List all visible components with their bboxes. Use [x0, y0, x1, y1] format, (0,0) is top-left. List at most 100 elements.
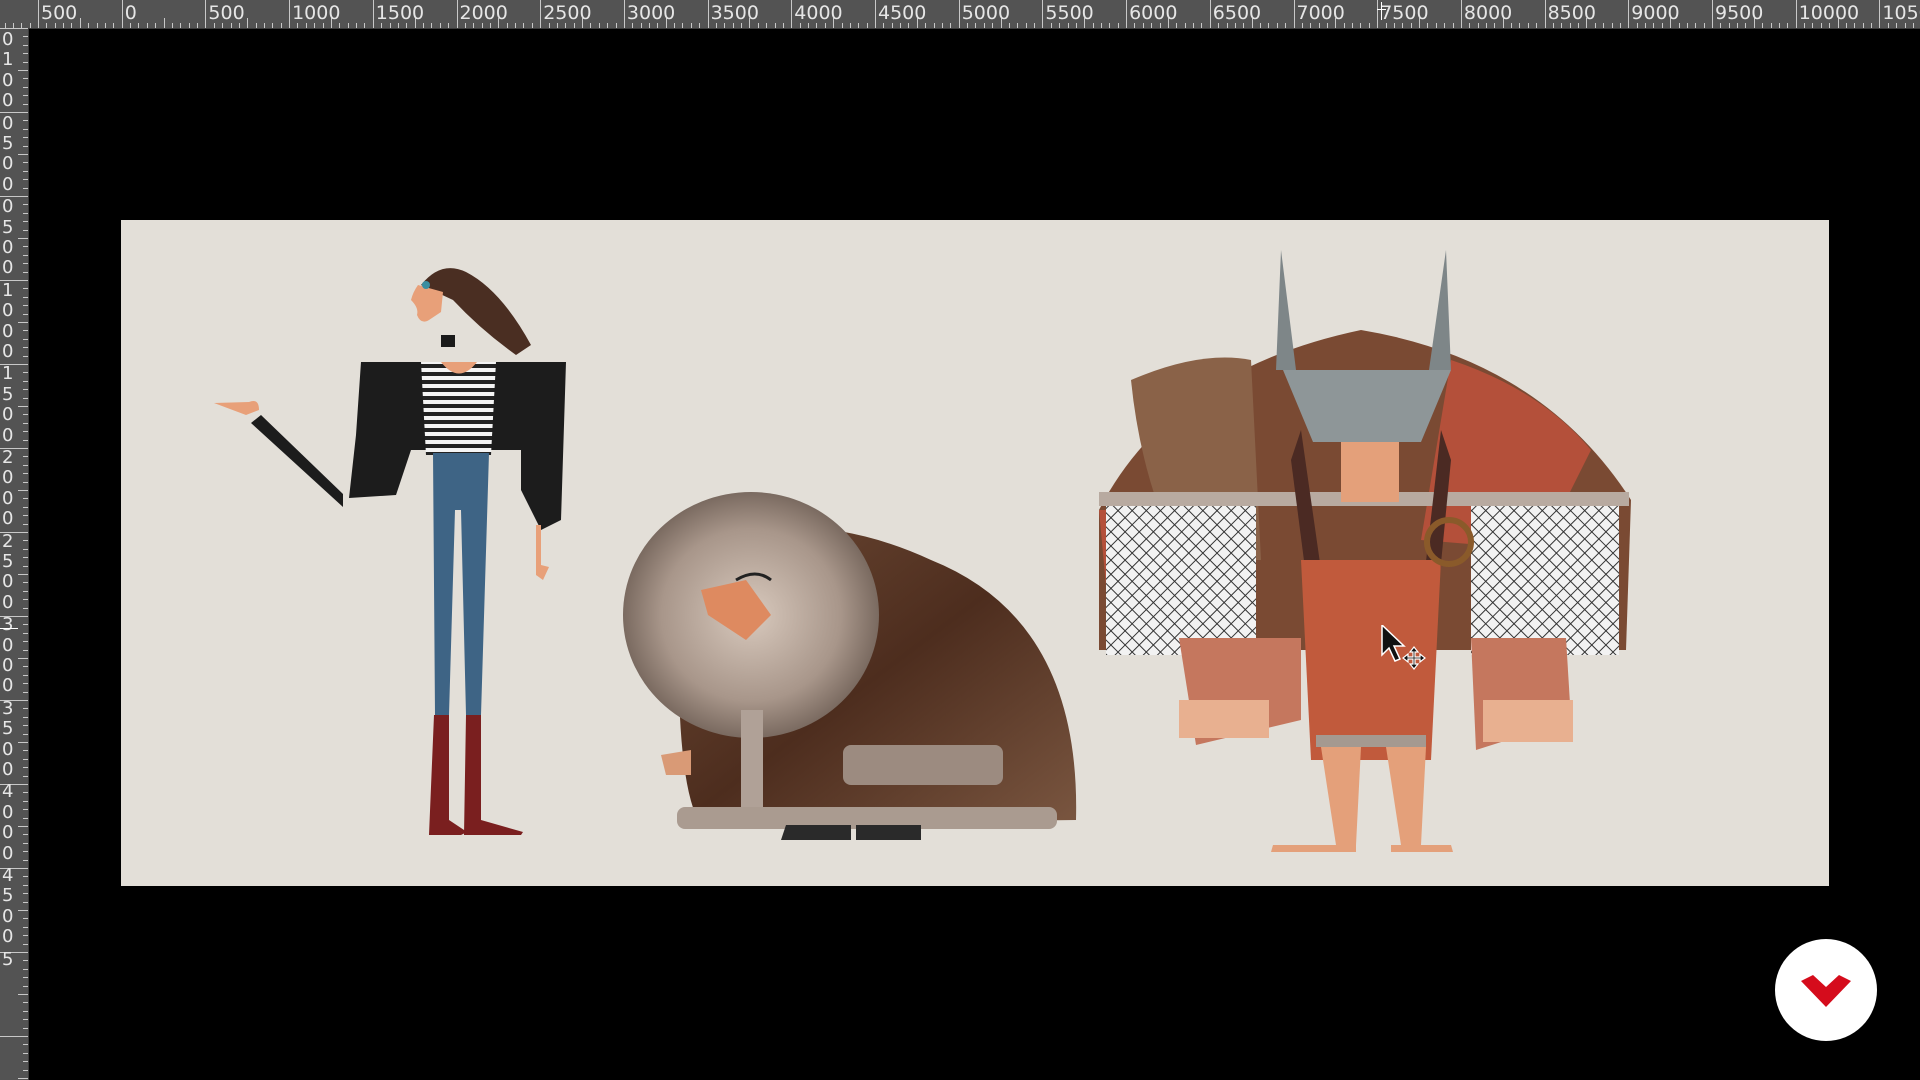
ruler-tick — [1184, 23, 1186, 28]
ruler-tick — [29, 23, 31, 28]
ruler-tick — [23, 792, 28, 794]
ruler-tick — [280, 23, 282, 28]
ruler-tick — [23, 431, 28, 433]
ruler-tick — [23, 876, 28, 878]
ruler-tick — [1695, 23, 1697, 28]
ruler-tick — [1787, 23, 1789, 28]
top-ruler[interactable]: 500 0 500 1000 1500 2000 2500 3000 3500 4000 4500 5… — [0, 0, 1920, 29]
ruler-tick — [607, 23, 609, 28]
ruler-tick — [1686, 23, 1688, 28]
ruler-tick — [23, 347, 28, 349]
ruler-tick — [23, 884, 28, 886]
ruler-tick — [1879, 0, 1881, 28]
ruler-tick — [23, 187, 28, 189]
ruler-left-label: 0 — [2, 196, 14, 218]
ruler-tick — [18, 154, 28, 155]
ruler-left-label: 0 — [2, 655, 14, 676]
ruler-left-label: 0 — [2, 822, 14, 844]
ruler-tick — [23, 78, 28, 80]
ruler-cursor-marker — [1381, 2, 1382, 20]
ruler-tick — [1377, 0, 1379, 28]
ruler-left-label: 1 — [2, 49, 14, 71]
ruler-left-label: 0 — [2, 801, 14, 823]
ruler-tick — [23, 968, 28, 970]
ruler-tick — [23, 540, 28, 542]
ruler-tick — [456, 0, 458, 28]
ruler-tick — [23, 473, 28, 475]
ruler-left-label: 0 — [2, 424, 14, 446]
ruler-tick — [540, 0, 542, 28]
ruler-tick — [96, 23, 98, 28]
ruler-tick — [23, 716, 28, 718]
ruler-tick — [23, 86, 28, 88]
ruler-tick — [23, 103, 28, 105]
ruler-tick — [774, 23, 776, 28]
ruler-tick — [113, 23, 115, 28]
ruler-tick — [23, 935, 28, 937]
ruler-top-label: 6500 — [1212, 2, 1262, 24]
ruler-tick — [23, 515, 28, 517]
ruler-top-label: 9000 — [1631, 2, 1680, 24]
ruler-tick — [1527, 23, 1529, 28]
ruler-tick — [263, 23, 265, 28]
ruler-left-label: 0 — [2, 112, 14, 134]
ruler-top-label: 6000 — [1129, 2, 1178, 24]
ruler-tick — [23, 95, 28, 97]
ruler-tick — [18, 70, 28, 71]
ruler-tick — [23, 582, 28, 584]
ruler-left-label: 0 — [2, 508, 14, 530]
ruler-tick — [23, 767, 28, 769]
ruler-tick — [1100, 23, 1102, 28]
ruler-tick — [88, 23, 90, 28]
ruler-tick — [23, 380, 28, 382]
ruler-tick — [23, 204, 28, 206]
ruler-tick — [146, 23, 148, 28]
ruler-top-label: 4500 — [878, 2, 927, 24]
ruler-tick — [23, 506, 28, 508]
ruler-tick — [18, 742, 28, 743]
ruler-tick — [364, 23, 366, 28]
ruler-tick — [23, 851, 28, 853]
ruler-tick — [23, 557, 28, 559]
ruler-tick — [23, 624, 28, 626]
ruler-tick — [23, 725, 28, 727]
ruler-tick — [1795, 0, 1797, 28]
ruler-tick — [272, 23, 274, 28]
ruler-top-label: 9500 — [1715, 2, 1764, 24]
brand-logo-icon — [1801, 975, 1851, 1007]
ruler-tick — [347, 23, 349, 28]
ruler-tick — [23, 1052, 28, 1054]
ruler-tick — [707, 0, 709, 28]
ruler-top-label: 5500 — [1045, 2, 1094, 24]
ruler-tick — [23, 179, 28, 181]
ruler-tick — [23, 53, 28, 55]
ruler-tick — [23, 254, 28, 256]
ruler-top-label: 1500 — [375, 2, 425, 24]
ruler-tick — [1193, 23, 1195, 28]
ruler-tick — [1368, 23, 1370, 28]
ruler-tick — [121, 0, 123, 28]
ruler-left-label: 0 — [2, 29, 14, 50]
ruler-tick — [23, 372, 28, 374]
ruler-tick — [23, 120, 28, 122]
ruler-tick — [18, 826, 28, 827]
ruler-tick — [682, 23, 684, 28]
ruler-left-label: 0 — [2, 571, 14, 593]
ruler-top-label: 5000 — [961, 2, 1011, 24]
ruler-tick — [23, 330, 28, 332]
ruler-top-label: 500 — [41, 2, 78, 24]
ruler-tick — [1435, 23, 1437, 28]
left-ruler[interactable]: 0100050005001000150020002500300035004000… — [0, 28, 29, 1080]
viking-character — [1099, 250, 1631, 852]
ruler-tick — [439, 23, 441, 28]
ruler-tick — [23, 674, 28, 676]
ruler-left-label: 0 — [2, 467, 14, 489]
ruler-tick — [23, 666, 28, 668]
brand-logo-button[interactable] — [1775, 939, 1877, 1041]
ruler-tick — [197, 23, 199, 28]
document-canvas[interactable] — [121, 220, 1829, 886]
ruler-tick — [1017, 23, 1019, 28]
ruler-tick — [699, 23, 701, 28]
ruler-tick — [1619, 23, 1621, 28]
ruler-tick — [23, 632, 28, 634]
